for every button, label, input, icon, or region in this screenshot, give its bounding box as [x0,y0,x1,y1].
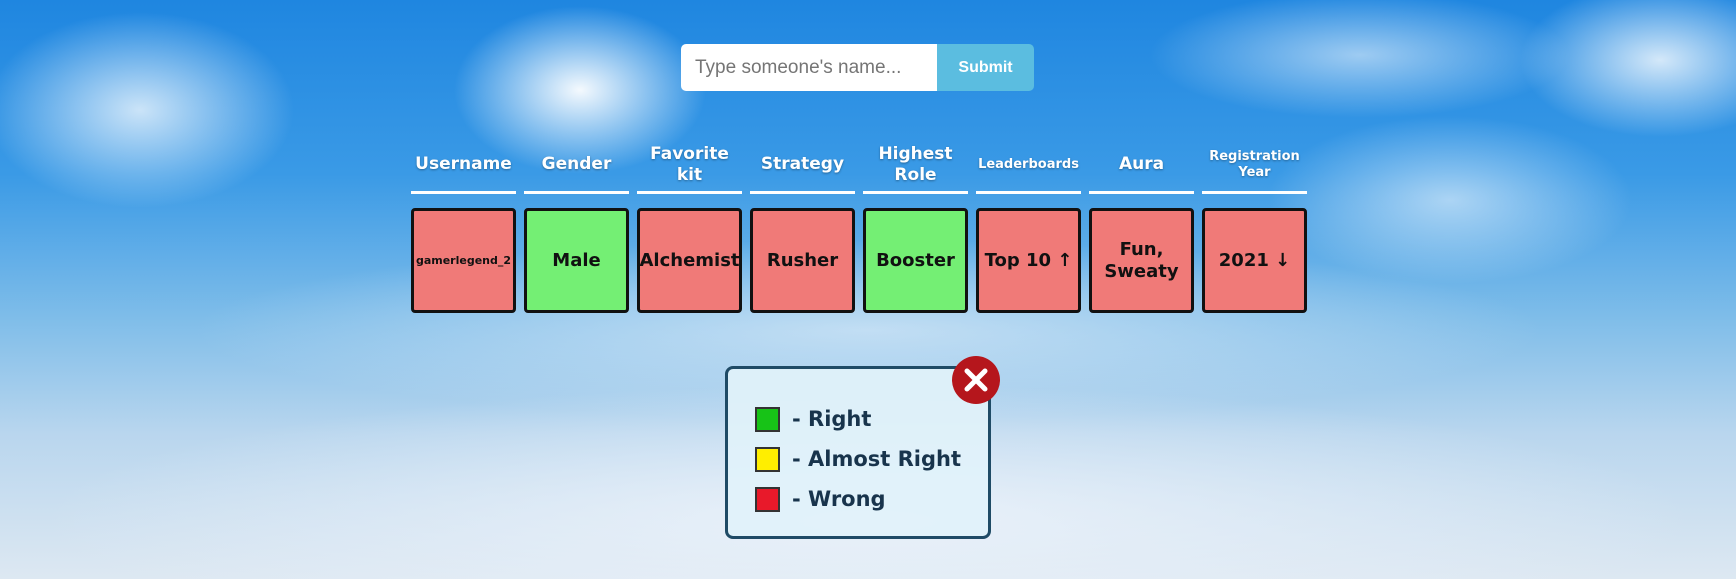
guess-cell-leaderboards: Top 10 ↑ [976,208,1081,313]
legend-label-right: - Right [792,407,872,431]
header-leaderboards: Leaderboards [976,138,1081,194]
header-gender: Gender [524,138,629,194]
header-highest-role: Highest Role [863,138,968,194]
legend-item-right: - Right [755,399,988,439]
column-headers: Username Gender Favorite kit Strategy Hi… [411,138,1307,194]
header-aura: Aura [1089,138,1194,194]
guess-cell-aura: Fun, Sweaty [1089,208,1194,313]
legend-label-wrong: - Wrong [792,487,886,511]
close-legend-button[interactable] [952,356,1000,404]
legend-item-almost-right: - Almost Right [755,439,988,479]
legend-item-wrong: - Wrong [755,479,988,519]
guess-cell-favorite-kit: Alchemist [637,208,742,313]
color-legend-popup: - Right - Almost Right - Wrong [725,366,991,539]
header-favorite-kit: Favorite kit [637,138,742,194]
guess-cell-gender: Male [524,208,629,313]
legend-label-almost-right: - Almost Right [792,447,962,471]
guess-row: gamerlegend_2 Male Alchemist Rusher Boos… [411,208,1307,313]
close-icon [964,368,988,392]
guess-cell-strategy: Rusher [750,208,855,313]
swatch-wrong [755,486,780,512]
header-username: Username [411,138,516,194]
header-registration-year: Registration Year [1202,138,1307,194]
swatch-right [755,406,780,432]
search-bar: Submit [681,44,1034,91]
submit-button[interactable]: Submit [937,44,1034,91]
guess-cell-registration-year: 2021 ↓ [1202,208,1307,313]
name-search-input[interactable] [681,44,937,91]
swatch-almost-right [755,446,780,472]
guess-cell-highest-role: Booster [863,208,968,313]
guess-cell-username: gamerlegend_2 [411,208,516,313]
header-strategy: Strategy [750,138,855,194]
